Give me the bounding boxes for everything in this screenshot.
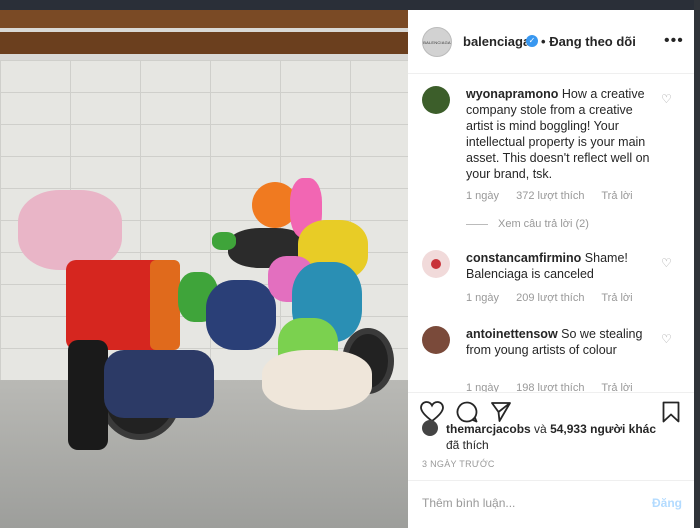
comment-time: 1 ngày (466, 382, 500, 392)
post-photo[interactable] (0, 10, 408, 528)
patterned-cloth (104, 350, 214, 418)
more-options-icon[interactable]: ••• (664, 32, 684, 50)
bookmark-icon[interactable] (662, 401, 680, 423)
comment-likes[interactable]: 209 lượt thích (516, 292, 584, 304)
username-link[interactable]: balenciaga (463, 34, 530, 49)
cherry-icon (431, 259, 441, 269)
likes-suffix: đã thích (446, 438, 489, 452)
liker-username[interactable]: themarcjacobs (446, 422, 531, 436)
comment-avatar[interactable] (422, 86, 450, 114)
comment-username[interactable]: constancamfirmino (466, 251, 581, 265)
comment-username[interactable]: wyonapramono (466, 87, 558, 101)
comment-input[interactable]: Thêm bình luận... (422, 496, 515, 510)
post-timestamp[interactable]: 3 NGÀY TRƯỚC (422, 459, 495, 469)
comment-reply-button[interactable]: Trả lời (601, 382, 632, 392)
liker-avatar[interactable] (422, 420, 438, 436)
white-cloth (262, 350, 372, 410)
comment-meta: 1 ngày 372 lượt thích Trả lời (466, 190, 647, 202)
comment-time: 1 ngày (466, 190, 500, 202)
backdrop (0, 0, 700, 10)
comment-like-icon[interactable]: ♡ (661, 256, 672, 270)
comment-time: 1 ngày (466, 292, 500, 304)
wood-beam (0, 10, 408, 28)
comment-username[interactable]: antoinettensow (466, 327, 558, 341)
divider (466, 223, 488, 225)
likes-others-link[interactable]: 54,933 người khác (550, 422, 656, 436)
verified-badge-icon: ✓ (526, 35, 538, 47)
comment-reply-button[interactable]: Trả lời (601, 190, 632, 202)
navy-cloth (206, 280, 276, 350)
likes-conjunction: và (534, 422, 547, 436)
comment-icon[interactable] (456, 401, 478, 423)
orange-cloth (150, 260, 180, 350)
comment-likes[interactable]: 198 lượt thích (516, 382, 584, 392)
view-replies-button[interactable]: Xem câu trả lời (2) (466, 218, 589, 230)
comment-text: constancamfirmino Shame! Balenciaga is c… (466, 250, 662, 282)
comment-text: antoinettensow So we stealing from young… (466, 326, 662, 358)
comment-item: antoinettensow So we stealing from young… (422, 326, 682, 392)
comment-text: wyonapramono How a creative company stol… (466, 86, 662, 182)
comment-meta: 1 ngày 198 lượt thích Trả lời (466, 382, 647, 392)
comment-meta: 1 ngày 209 lượt thích Trả lời (466, 292, 647, 304)
black-leggings (68, 340, 108, 450)
post-header: BALENCIAGA balenciaga ✓ • Đang theo dõi … (408, 10, 694, 74)
backdrop-edge (694, 0, 700, 528)
share-icon[interactable] (490, 401, 512, 423)
pink-cloth (18, 190, 122, 270)
post-actions-bar (408, 392, 694, 426)
likes-line: themarcjacobs và 54,933 người khác (446, 422, 656, 436)
follow-status-button[interactable]: • Đang theo dõi (541, 34, 636, 49)
comment-reply-button[interactable]: Trả lời (601, 292, 632, 304)
comment-item: wyonapramono How a creative company stol… (422, 86, 682, 226)
post-comment-button[interactable]: Đăng (652, 496, 682, 510)
comment-like-icon[interactable]: ♡ (661, 92, 672, 106)
comment-avatar[interactable] (422, 326, 450, 354)
comment-item: constancamfirmino Shame! Balenciaga is c… (422, 250, 682, 310)
wood-beam (0, 32, 408, 54)
comment-avatar[interactable] (422, 250, 450, 278)
comments-list[interactable]: wyonapramono How a creative company stol… (408, 74, 694, 392)
comment-content: How a creative company stole from a crea… (466, 87, 650, 181)
comment-likes[interactable]: 372 lượt thích (516, 190, 584, 202)
green-cloth (212, 232, 236, 250)
comment-input-area: Thêm bình luận... Đăng (408, 480, 694, 528)
post-side-panel: BALENCIAGA balenciaga ✓ • Đang theo dõi … (408, 10, 694, 528)
comment-like-icon[interactable]: ♡ (661, 332, 672, 346)
separator-dot: • (541, 34, 546, 49)
avatar[interactable]: BALENCIAGA (422, 27, 452, 57)
follow-status-label: Đang theo dõi (549, 34, 636, 49)
view-replies-label: Xem câu trả lời (2) (498, 218, 589, 230)
